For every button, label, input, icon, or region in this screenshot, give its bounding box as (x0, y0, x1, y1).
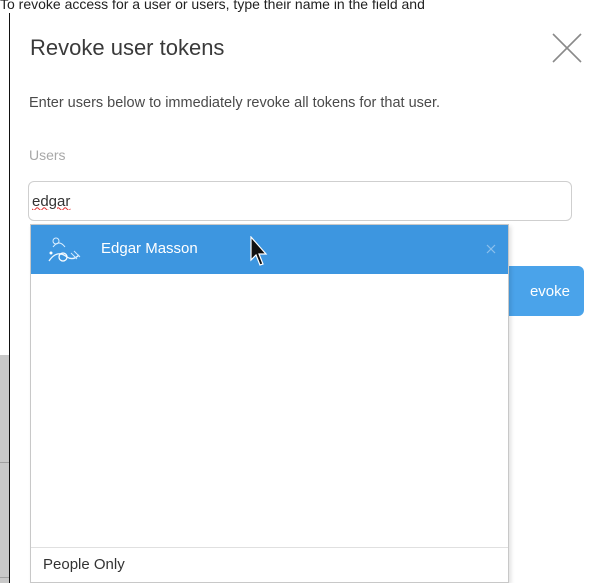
dialog-title: Revoke user tokens (30, 35, 225, 60)
user-suggestions-dropdown: Edgar Masson People Only (30, 224, 509, 583)
dropdown-divider (31, 547, 508, 548)
revoke-button-label: evoke (529, 282, 570, 300)
people-only-filter[interactable]: People Only (43, 556, 125, 573)
users-label: Users (29, 147, 66, 163)
instruction-text: To revoke access for a user or users, ty… (0, 0, 425, 12)
close-icon[interactable] (550, 31, 584, 65)
user-option-name: Edgar Masson (101, 240, 198, 257)
mouse-pointer-icon (250, 235, 270, 268)
dialog-description: Enter users below to immediately revoke … (29, 95, 441, 111)
users-input[interactable] (28, 181, 572, 221)
user-avatar-icon (41, 231, 85, 269)
close-icon[interactable] (486, 241, 496, 254)
